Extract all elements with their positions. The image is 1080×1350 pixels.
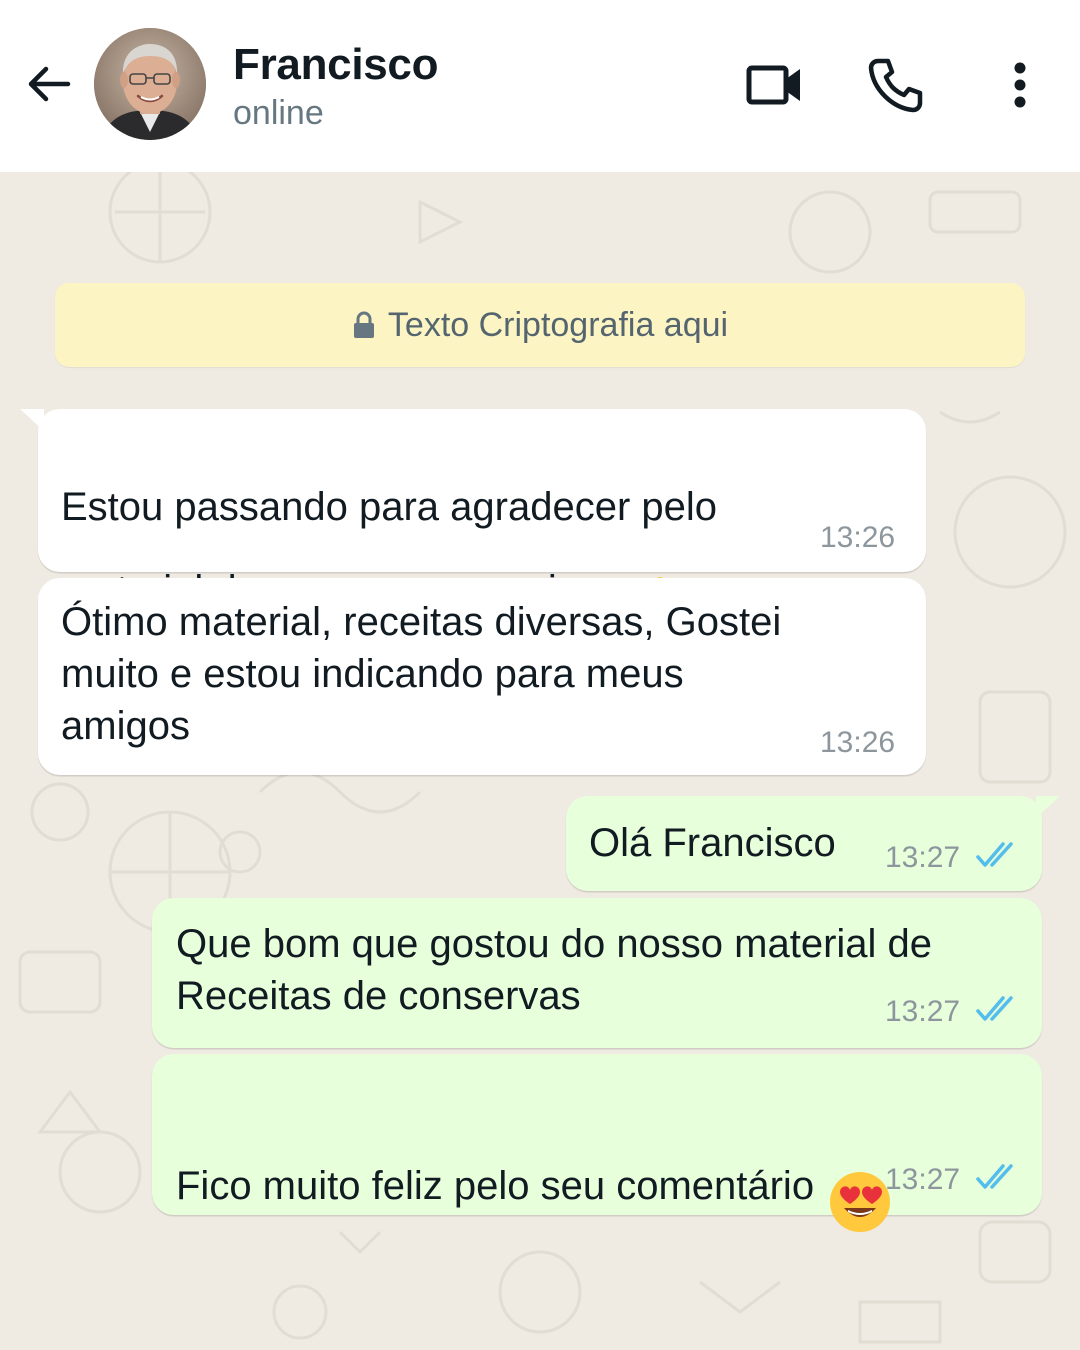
video-camera-icon xyxy=(746,65,800,105)
message-incoming[interactable]: Estou passando para agradecer pelo mater… xyxy=(20,409,926,633)
bubble-tail xyxy=(1036,796,1060,818)
contact-name[interactable]: Francisco xyxy=(233,40,438,90)
message-text: Que bom que gostou do nosso material de … xyxy=(176,922,933,1018)
avatar-photo xyxy=(94,28,206,140)
read-receipt-icon xyxy=(976,842,1013,867)
message-outgoing[interactable]: Que bom que gostou do nosso material de … xyxy=(152,898,1042,1048)
phone-icon xyxy=(868,58,923,113)
message-text: Olá Francisco xyxy=(589,821,836,865)
voice-call-button[interactable] xyxy=(866,55,926,115)
video-call-button[interactable] xyxy=(744,55,804,115)
message-time: 13:27 xyxy=(885,1163,961,1196)
message-time: 13:27 xyxy=(885,841,961,874)
bubble-tail xyxy=(20,409,44,431)
encryption-banner-text: Texto Criptografia aqui xyxy=(387,305,729,344)
contact-status: online xyxy=(233,94,324,132)
lock-icon xyxy=(352,311,376,339)
message-time: 13:26 xyxy=(820,726,896,759)
message-time: 13:26 xyxy=(820,521,896,554)
read-receipt-icon xyxy=(976,996,1013,1021)
more-options-button[interactable] xyxy=(990,55,1050,115)
back-button[interactable] xyxy=(22,58,74,110)
contact-avatar[interactable] xyxy=(94,28,206,140)
message-outgoing[interactable]: Olá Francisco 13:27 xyxy=(566,796,1060,891)
back-arrow-icon xyxy=(28,66,71,102)
heart-eyes-emoji xyxy=(828,1118,892,1247)
message-time: 13:27 xyxy=(885,995,961,1028)
message-incoming[interactable]: Ótimo material, receitas diversas, Goste… xyxy=(38,578,926,775)
encryption-banner[interactable]: Texto Criptografia aqui xyxy=(55,283,1025,367)
message-text: Ótimo material, receitas diversas, Goste… xyxy=(61,600,782,748)
message-text: Fico muito feliz pelo seu comentário xyxy=(176,1164,815,1209)
more-vert-icon xyxy=(1014,62,1026,108)
chat-header: Francisco online xyxy=(0,0,1080,172)
message-outgoing[interactable]: Fico muito feliz pelo seu comentário 13:… xyxy=(152,1054,1042,1232)
read-receipt-icon xyxy=(976,1164,1013,1189)
